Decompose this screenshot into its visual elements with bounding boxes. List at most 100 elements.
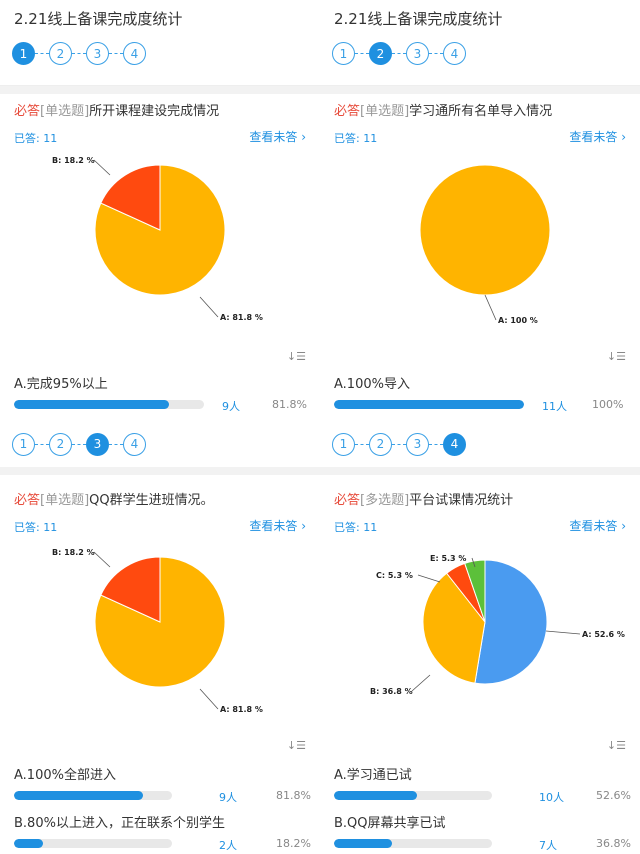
option-label: A.完成95%以上 <box>14 377 108 392</box>
step-3[interactable]: 3 <box>86 432 109 456</box>
option-progress-fill <box>14 839 43 848</box>
pie-slice-label: B: 18.2 % <box>52 156 95 165</box>
step-indicator: 1 2 3 4 <box>332 42 466 65</box>
option-count[interactable]: 9人 <box>222 398 240 414</box>
pie-slice-label: B: 36.8 % <box>370 687 413 696</box>
pie-slice-label: E: 5.3 % <box>430 554 466 563</box>
step-3[interactable]: 3 <box>406 42 429 65</box>
step-4[interactable]: 4 <box>123 432 146 456</box>
question-type: [多选题] <box>360 493 410 508</box>
answered-count: 已答: 11 <box>14 521 58 534</box>
survey-panel-2: 2.21线上备课完成度统计 1 2 3 4 必答[单选题]学习通所有名单导入情况… <box>320 0 640 427</box>
step-4[interactable]: 4 <box>443 42 466 65</box>
option-item: A.完成95%以上 9人 81.8% <box>14 373 314 414</box>
option-label: B.80%以上进入，正在联系个别学生 <box>14 816 225 831</box>
required-tag: 必答 <box>334 104 361 119</box>
survey-panel-1: 2.21线上备课完成度统计 1 2 3 4 必答[单选题]所开课程建设完成情况 … <box>0 0 320 427</box>
pie-slice-label: A: 100 % <box>498 316 538 325</box>
step-3[interactable]: 3 <box>406 432 429 456</box>
step-indicator: 1 2 3 4 <box>12 427 146 461</box>
question-title: 学习通所有名单导入情况 <box>409 104 553 119</box>
question-type: [单选题] <box>360 104 410 119</box>
option-count[interactable]: 11人 <box>542 398 567 414</box>
step-1[interactable]: 1 <box>12 42 35 65</box>
option-progress-bar <box>334 400 524 409</box>
option-progress-bar <box>334 839 492 848</box>
pie-slice[interactable] <box>474 559 548 685</box>
step-2[interactable]: 2 <box>49 432 72 456</box>
pie-leader-line <box>411 674 431 692</box>
option-item: A.学习通已试 10人 52.6% <box>334 764 634 805</box>
view-unanswered-link[interactable]: 查看未答 › <box>249 128 306 145</box>
step-1[interactable]: 1 <box>12 432 35 456</box>
option-percent: 100% <box>592 398 624 411</box>
pie-chart: A: 52.6 % B: 36.8 % C: 5.3 % E: 5.3 % <box>370 554 625 696</box>
pie-slice-label: A: 52.6 % <box>582 630 625 639</box>
option-progress-fill <box>14 400 170 409</box>
view-unanswered-link[interactable]: 查看未答 › <box>569 128 626 145</box>
option-item: A.100%导入 11人 100% <box>334 373 634 414</box>
option-label: B.QQ屏幕共享已试 <box>334 816 446 831</box>
sort-desc-icon[interactable]: ↓☰ <box>607 350 626 363</box>
step-2[interactable]: 2 <box>49 42 72 65</box>
answered-count: 已答: 11 <box>334 132 378 145</box>
option-percent: 18.2% <box>276 837 311 850</box>
pie-slice-label: B: 18.2 % <box>52 548 95 557</box>
step-4[interactable]: 4 <box>123 42 146 65</box>
required-tag: 必答 <box>14 104 41 119</box>
pie-slice-label: C: 5.3 % <box>376 571 413 580</box>
pie-leader-line <box>199 296 219 318</box>
option-count[interactable]: 2人 <box>219 837 237 853</box>
option-label: A.学习通已试 <box>334 768 412 783</box>
step-4[interactable]: 4 <box>443 432 466 456</box>
view-unanswered-link[interactable]: 查看未答 › <box>249 517 306 534</box>
option-label: A.100%导入 <box>334 377 410 392</box>
option-progress-bar <box>334 791 492 800</box>
option-progress-fill <box>14 791 144 800</box>
required-tag: 必答 <box>14 493 41 508</box>
question-header: 必答[单选题]QQ群学生进班情况。 <box>14 489 214 508</box>
option-percent: 36.8% <box>596 837 631 850</box>
question-header: 必答[多选题]平台试课情况统计 <box>334 489 513 508</box>
option-count[interactable]: 9人 <box>219 789 237 805</box>
answered-count: 已答: 11 <box>334 521 378 534</box>
survey-panel-3: 1 2 3 4 必答[单选题]QQ群学生进班情况。 已答: 11 查看未答 › … <box>0 427 320 854</box>
step-2[interactable]: 2 <box>369 432 392 456</box>
pie-slice[interactable] <box>419 164 551 296</box>
pie-leader-line <box>93 551 111 568</box>
question-title: 平台试课情况统计 <box>409 493 514 508</box>
step-2[interactable]: 2 <box>369 42 392 65</box>
sort-desc-icon[interactable]: ↓☰ <box>287 350 306 363</box>
pie-chart: A: 81.8 % B: 18.2 % <box>52 156 263 322</box>
pie-chart: A: 100 % <box>419 164 551 325</box>
option-progress-bar <box>14 791 172 800</box>
sort-desc-icon[interactable]: ↓☰ <box>287 739 306 752</box>
option-count[interactable]: 7人 <box>539 837 557 853</box>
option-progress-fill <box>334 791 418 800</box>
step-indicator: 1 2 3 4 <box>332 427 466 461</box>
step-indicator: 1 2 3 4 <box>12 42 146 65</box>
pie-slice-label: A: 81.8 % <box>220 705 263 714</box>
option-percent: 81.8% <box>272 398 307 411</box>
question-title: QQ群学生进班情况。 <box>89 493 214 508</box>
pie-leader-line <box>545 630 581 635</box>
panel-header: 2.21线上备课完成度统计 1 2 3 4 <box>0 0 320 86</box>
answered-count: 已答: 11 <box>14 132 58 145</box>
step-1[interactable]: 1 <box>332 42 355 65</box>
page-title: 2.21线上备课完成度统计 <box>334 10 503 28</box>
step-3[interactable]: 3 <box>86 42 109 65</box>
option-progress-fill <box>334 400 524 409</box>
view-unanswered-link[interactable]: 查看未答 › <box>569 517 626 534</box>
pie-slice-label: A: 81.8 % <box>220 313 263 322</box>
question-title: 所开课程建设完成情况 <box>89 104 220 119</box>
question-type: [单选题] <box>40 104 90 119</box>
step-1[interactable]: 1 <box>332 432 355 456</box>
survey-panel-4: 1 2 3 4 必答[多选题]平台试课情况统计 已答: 11 查看未答 › A:… <box>320 427 640 854</box>
option-item: B.QQ屏幕共享已试 7人 36.8% <box>334 812 634 853</box>
option-count[interactable]: 10人 <box>539 789 564 805</box>
option-item: A.100%全部进入 9人 81.8% <box>14 764 314 805</box>
required-tag: 必答 <box>334 493 361 508</box>
pie-chart: A: 81.8 % B: 18.2 % <box>52 548 263 714</box>
sort-desc-icon[interactable]: ↓☰ <box>607 739 626 752</box>
option-progress-bar <box>14 400 204 409</box>
